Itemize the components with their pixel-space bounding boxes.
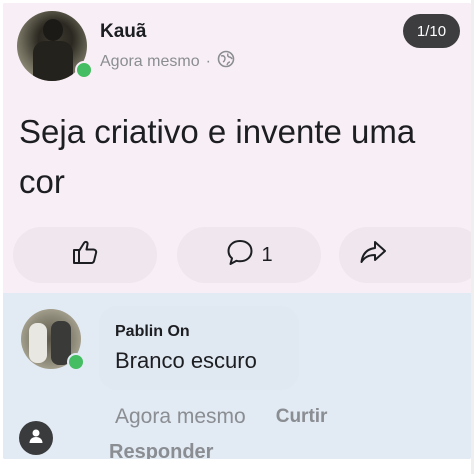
comment-like-button[interactable]: Curtir	[276, 405, 328, 429]
share-button[interactable]	[339, 227, 471, 283]
comment-reply-button[interactable]: Responder	[109, 441, 213, 459]
post-time: Agora mesmo	[100, 52, 200, 70]
user-icon	[27, 427, 45, 450]
comment-button[interactable]: 1	[177, 227, 321, 283]
online-status-dot	[75, 61, 93, 79]
screenshot-frame: Kauã Agora mesmo · 1/10 Seja criativo e …	[3, 3, 471, 459]
commenter-online-dot	[67, 353, 85, 371]
comment-icon	[225, 237, 255, 273]
globe-icon	[217, 50, 235, 73]
separator-dot: ·	[205, 52, 211, 70]
comment-actions: Agora mesmo Curtir	[115, 405, 327, 429]
user-profile-button[interactable]	[19, 421, 53, 455]
post-meta: Agora mesmo ·	[100, 50, 235, 73]
thumbs-up-icon	[70, 237, 100, 273]
image-counter-badge: 1/10	[403, 14, 460, 48]
comment-time: Agora mesmo	[115, 405, 246, 428]
like-button[interactable]	[13, 227, 157, 283]
share-icon	[358, 237, 388, 273]
commenter-name[interactable]: Pablin On	[115, 323, 190, 341]
post-text: Seja criativo e invente uma cor	[19, 113, 416, 200]
comment-text: Branco escuro	[115, 348, 257, 373]
comment-count: 1	[261, 243, 273, 266]
author-name[interactable]: Kauã	[100, 21, 146, 43]
